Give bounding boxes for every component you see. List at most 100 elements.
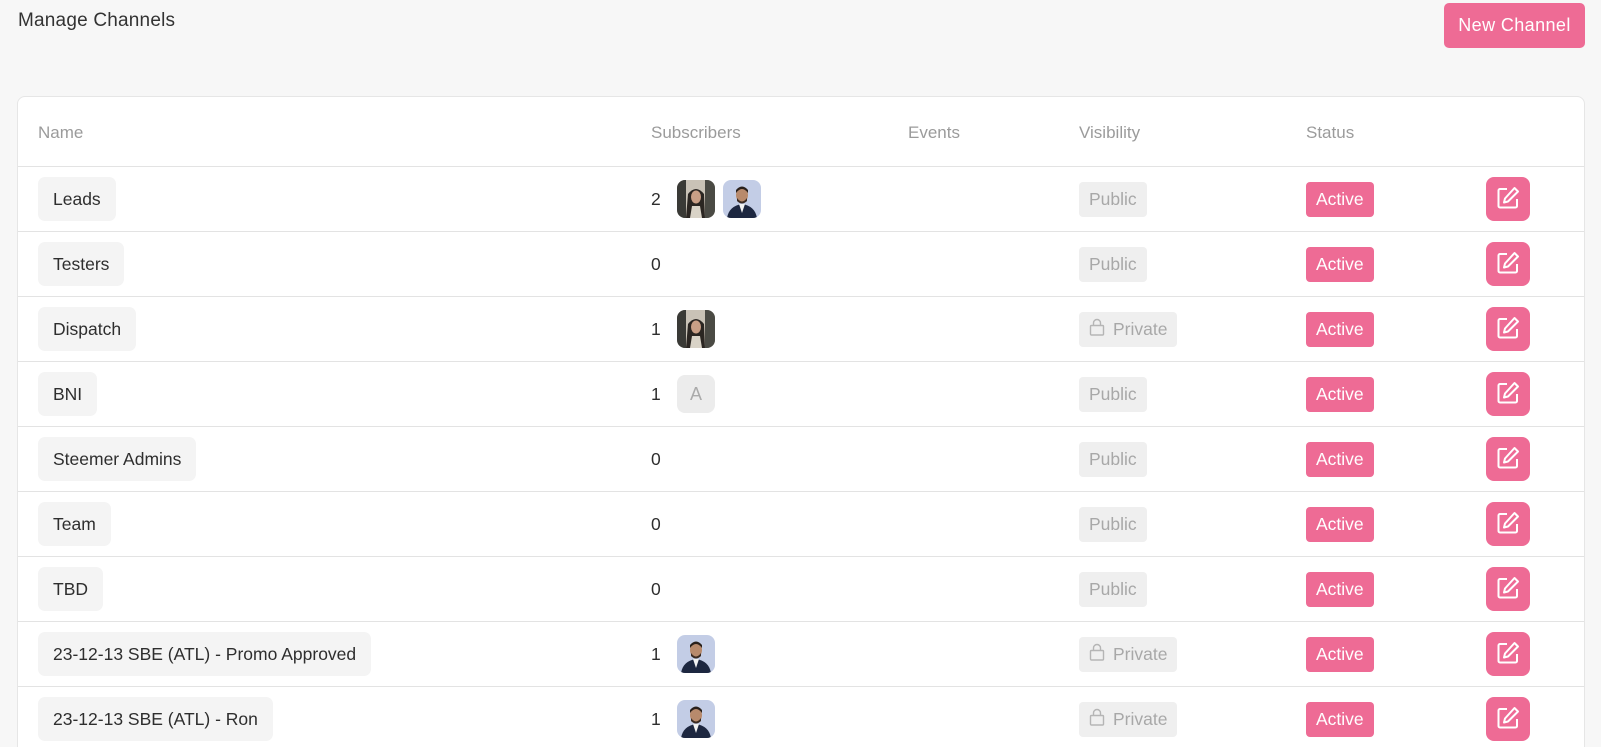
subscriber-count: 2 (651, 188, 661, 209)
edit-channel-button[interactable] (1486, 632, 1530, 676)
status-cell: Active (1306, 182, 1374, 217)
edit-icon (1495, 575, 1521, 604)
visibility-cell: Private (1079, 312, 1178, 347)
edit-cell (1486, 177, 1530, 221)
status-cell: Active (1306, 377, 1374, 412)
visibility-cell: Public (1079, 507, 1147, 542)
visibility-badge: Private (1079, 702, 1178, 737)
channel-name-cell: Leads (38, 177, 116, 221)
subscriber-count: 1 (651, 318, 661, 339)
edit-channel-button[interactable] (1486, 697, 1530, 741)
subscribers-cell: 1 A (651, 375, 723, 413)
edit-channel-button[interactable] (1486, 177, 1530, 221)
edit-icon (1495, 445, 1521, 474)
visibility-cell: Private (1079, 702, 1178, 737)
status-cell: Active (1306, 247, 1374, 282)
subscriber-avatar[interactable] (677, 180, 715, 218)
visibility-label: Private (1113, 319, 1168, 339)
edit-channel-button[interactable] (1486, 567, 1530, 611)
edit-cell (1486, 372, 1530, 416)
edit-channel-button[interactable] (1486, 502, 1530, 546)
table-body: Leads 2 Public Active Testers 0 Public A… (18, 167, 1584, 747)
subscriber-avatar[interactable] (723, 180, 761, 218)
channel-name[interactable]: Dispatch (38, 307, 137, 351)
subscribers-cell: 0 (651, 505, 677, 543)
edit-icon (1495, 640, 1521, 669)
edit-icon (1495, 510, 1521, 539)
visibility-label: Public (1089, 384, 1137, 404)
edit-channel-button[interactable] (1486, 242, 1530, 286)
table-header: Name Subscribers Events Visibility Statu… (18, 97, 1584, 167)
channel-name[interactable]: 23-12-13 SBE (ATL) - Promo Approved (38, 632, 372, 676)
visibility-label: Private (1113, 709, 1168, 729)
column-header-name[interactable]: Name (38, 123, 83, 143)
column-header-events[interactable]: Events (908, 123, 960, 143)
edit-cell (1486, 632, 1530, 676)
table-row: 23-12-13 SBE (ATL) - Ron 1 Private Activ… (18, 687, 1584, 747)
edit-cell (1486, 502, 1530, 546)
status-badge: Active (1306, 312, 1374, 347)
status-badge: Active (1306, 247, 1374, 282)
visibility-label: Public (1089, 514, 1137, 534)
subscribers-cell: 0 (651, 440, 677, 478)
channel-name[interactable]: Team (38, 502, 111, 546)
status-badge: Active (1306, 702, 1374, 737)
channel-name-cell: BNI (38, 372, 98, 416)
column-header-subscribers[interactable]: Subscribers (651, 123, 741, 143)
status-cell: Active (1306, 637, 1374, 672)
channel-name[interactable]: BNI (38, 372, 98, 416)
visibility-cell: Public (1079, 572, 1147, 607)
subscriber-avatar[interactable] (677, 310, 715, 348)
visibility-label: Public (1089, 449, 1137, 469)
edit-cell (1486, 697, 1530, 741)
table-row: Testers 0 Public Active (18, 232, 1584, 297)
edit-cell (1486, 307, 1530, 351)
channel-name[interactable]: Steemer Admins (38, 437, 197, 481)
table-row: Dispatch 1 Private Active (18, 297, 1584, 362)
edit-channel-button[interactable] (1486, 307, 1530, 351)
visibility-cell: Private (1079, 637, 1178, 672)
visibility-cell: Public (1079, 377, 1147, 412)
visibility-label: Public (1089, 254, 1137, 274)
subscribers-cell: 1 (651, 700, 723, 738)
column-header-status[interactable]: Status (1306, 123, 1354, 143)
channel-name[interactable]: TBD (38, 567, 103, 611)
visibility-cell: Public (1079, 182, 1147, 217)
status-badge: Active (1306, 182, 1374, 217)
visibility-badge: Public (1079, 182, 1147, 217)
edit-icon (1495, 705, 1521, 734)
subscriber-count: 1 (651, 708, 661, 729)
new-channel-button[interactable]: New Channel (1444, 3, 1585, 48)
channel-name[interactable]: Leads (38, 177, 116, 221)
subscribers-cell: 2 (651, 180, 769, 218)
table-row: TBD 0 Public Active (18, 557, 1584, 622)
visibility-label: Private (1113, 644, 1168, 664)
subscriber-avatar[interactable]: A (677, 375, 715, 413)
channel-name[interactable]: Testers (38, 242, 125, 286)
subscriber-count: 0 (651, 448, 661, 469)
status-badge: Active (1306, 377, 1374, 412)
status-badge: Active (1306, 507, 1374, 542)
edit-cell (1486, 567, 1530, 611)
edit-cell (1486, 437, 1530, 481)
edit-icon (1495, 315, 1521, 344)
channel-name-cell: Dispatch (38, 307, 137, 351)
edit-channel-button[interactable] (1486, 437, 1530, 481)
subscriber-count: 0 (651, 253, 661, 274)
edit-icon (1495, 380, 1521, 409)
subscriber-avatar[interactable] (677, 635, 715, 673)
channel-name[interactable]: 23-12-13 SBE (ATL) - Ron (38, 697, 273, 741)
column-header-visibility[interactable]: Visibility (1079, 123, 1140, 143)
channel-name-cell: Team (38, 502, 111, 546)
status-badge: Active (1306, 442, 1374, 477)
status-badge: Active (1306, 572, 1374, 607)
status-cell: Active (1306, 442, 1374, 477)
subscriber-avatar[interactable] (677, 700, 715, 738)
subscriber-count: 0 (651, 578, 661, 599)
status-cell: Active (1306, 312, 1374, 347)
lock-icon (1089, 318, 1105, 341)
visibility-badge: Public (1079, 247, 1147, 282)
edit-channel-button[interactable] (1486, 372, 1530, 416)
edit-cell (1486, 242, 1530, 286)
table-row: Leads 2 Public Active (18, 167, 1584, 232)
